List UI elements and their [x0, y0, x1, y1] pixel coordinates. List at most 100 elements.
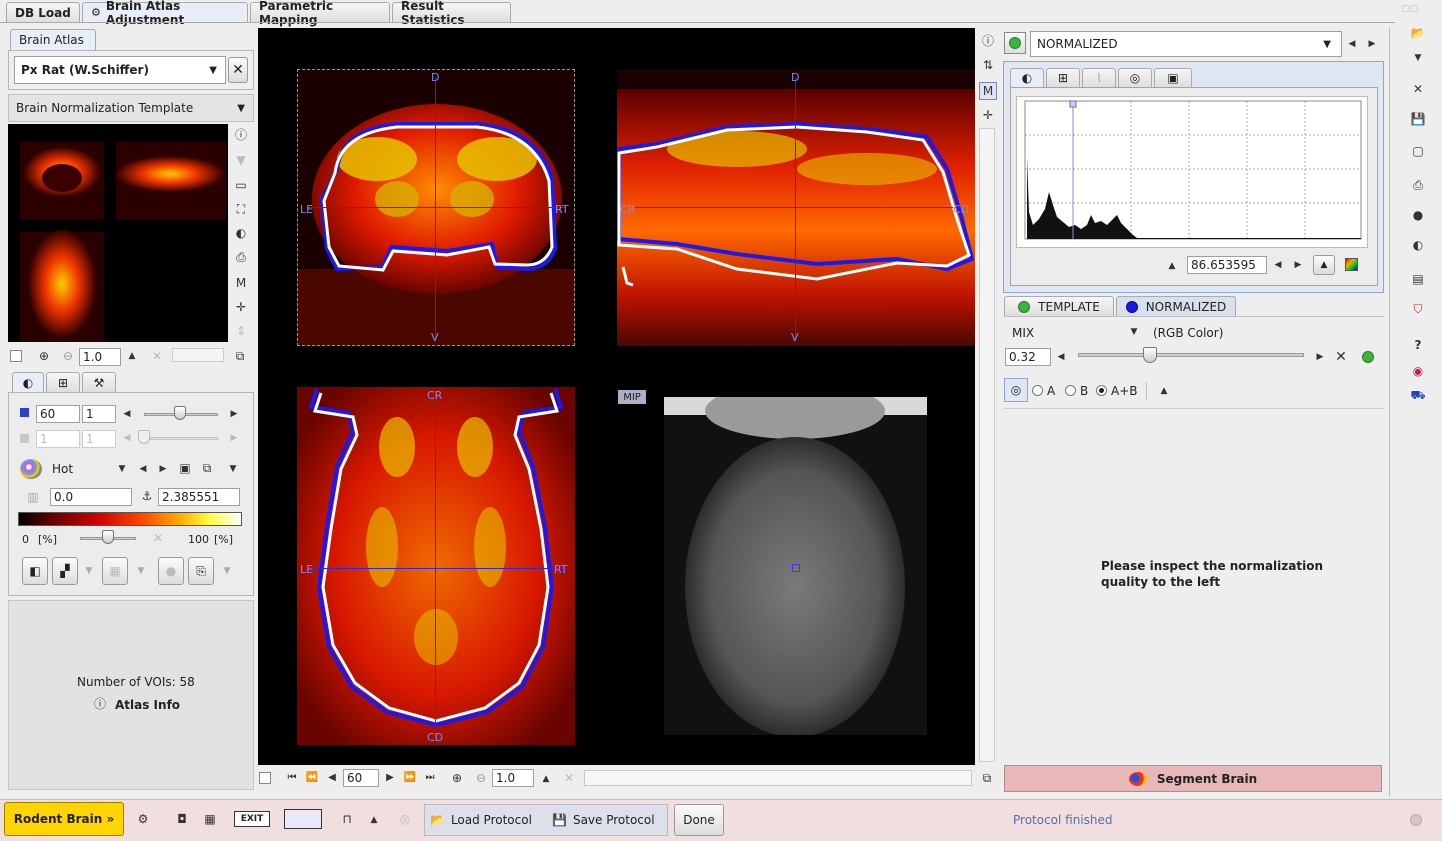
viewer-zoom-field[interactable]: 1.0 — [492, 769, 534, 787]
invert-icon[interactable]: ▣ — [178, 461, 192, 475]
green-circle-icon[interactable] — [1362, 351, 1374, 363]
next-icon[interactable]: ▶ — [1293, 259, 1303, 271]
chevron-down-icon[interactable]: ▼ — [228, 464, 238, 474]
next-icon[interactable]: ▶ — [158, 463, 168, 475]
zoom-in-icon[interactable]: ⊕ — [36, 349, 52, 363]
palette-icon[interactable] — [20, 459, 42, 479]
series-toggle-button[interactable] — [1004, 32, 1026, 54]
frame-step-field[interactable]: 1 — [82, 405, 116, 423]
colorbar[interactable] — [18, 512, 242, 526]
clear-atlas-button[interactable]: ✕ — [228, 57, 248, 83]
snapshot-icon[interactable]: ⧉ — [980, 771, 994, 785]
mix-field[interactable]: 0.32 — [1005, 348, 1051, 366]
contrast-icon[interactable]: ◐ — [1409, 236, 1427, 254]
fusion-button[interactable]: ◎ — [1004, 378, 1028, 402]
prev-icon[interactable]: ◀ — [122, 408, 132, 420]
frame-field[interactable]: 60 — [36, 405, 80, 423]
car-icon[interactable]: ⛟ — [1409, 386, 1427, 404]
frame2-slider[interactable] — [144, 437, 218, 440]
chevron-down-icon[interactable]: ▼ — [116, 464, 128, 474]
thumbnail-checkbox[interactable] — [10, 350, 22, 362]
mix-slider[interactable] — [1078, 353, 1304, 357]
chevron-down-icon[interactable]: ▼ — [1128, 327, 1140, 337]
next-icon[interactable]: ▶ — [229, 408, 239, 420]
lock-icon[interactable]: ⚓ — [140, 489, 154, 503]
print-icon[interactable]: ⎙ — [1409, 176, 1427, 194]
contrast-icon[interactable]: ◐ — [232, 224, 250, 242]
close-icon[interactable]: ✕ — [1334, 350, 1348, 364]
tab-result-statistics[interactable]: Result Statistics — [392, 0, 511, 27]
frame2-field[interactable]: 1 — [36, 430, 80, 448]
radio-b[interactable] — [1065, 385, 1076, 396]
scroll-icon[interactable]: ⇕ — [232, 322, 250, 340]
fit-icon[interactable]: ⛶ — [232, 200, 250, 218]
crosshair-icon[interactable]: ✛ — [232, 298, 250, 316]
tab-brain-atlas[interactable]: Brain Atlas — [10, 29, 96, 50]
max-field[interactable]: 2.385551 — [158, 488, 240, 506]
frame2-step-field[interactable]: 1 — [82, 430, 116, 448]
thumbnail-scrollbar[interactable] — [172, 348, 224, 362]
tab-grid[interactable]: ⊞ — [1046, 68, 1080, 87]
prev-icon[interactable]: ◀ — [122, 432, 132, 444]
histogram-value-field[interactable]: 86.653595 — [1187, 256, 1267, 274]
tab-save[interactable]: ▣ — [1154, 68, 1192, 87]
fast-forward-icon[interactable]: ⏩ — [404, 771, 416, 785]
info-icon[interactable]: ⓘ — [979, 32, 997, 50]
tab-normalized[interactable]: NORMALIZED — [1116, 296, 1236, 316]
rodent-brain-button[interactable]: Rodent Brain » — [4, 802, 124, 836]
blank-button[interactable]: ▦ — [102, 557, 128, 585]
tab-layout[interactable]: ⊞ — [46, 372, 80, 392]
tab-brain-atlas-adjustment[interactable]: ⚙ Brain Atlas Adjustment — [82, 0, 248, 27]
marker-icon[interactable]: M — [232, 274, 250, 292]
last-frame-icon[interactable]: ⏭ — [424, 771, 436, 785]
zoom-out-icon[interactable]: ⊖ — [60, 349, 76, 363]
viewer-scrollbar[interactable] — [979, 128, 995, 762]
done-button[interactable]: Done — [674, 804, 724, 836]
radio-ab[interactable] — [1096, 385, 1107, 396]
frame2-slider-thumb[interactable] — [138, 430, 150, 444]
coronal-view[interactable]: D V LE RT — [297, 69, 575, 346]
crosshair-icon[interactable]: ✛ — [979, 106, 997, 124]
frame-slider-thumb[interactable] — [174, 406, 186, 420]
folder-open-icon[interactable]: 📂 — [1409, 24, 1427, 42]
tab-fusion[interactable]: ◎ — [1118, 68, 1152, 87]
rewind-icon[interactable]: ⏪ — [306, 771, 318, 785]
zoom-field[interactable]: 1.0 — [79, 348, 121, 366]
target-icon[interactable]: ◉ — [1409, 362, 1427, 380]
tab-chart[interactable]: ⌇ — [1082, 68, 1116, 87]
mip-view[interactable] — [664, 397, 927, 735]
prev-icon[interactable]: ◀ — [1273, 259, 1283, 271]
pct-slider-thumb[interactable] — [102, 530, 114, 544]
axial-view[interactable]: CR CD LE RT — [297, 387, 575, 745]
layout-button[interactable]: ◧ — [22, 557, 48, 585]
tab-db-load[interactable]: DB Load — [6, 2, 80, 22]
min-field[interactable]: 0.0 — [50, 488, 132, 506]
spin-up-icon[interactable]: ▲ — [368, 815, 380, 825]
sync-icon[interactable]: ⇅ — [979, 56, 997, 74]
terminal-icon[interactable]: ▤ — [1409, 270, 1427, 288]
tab-contrast[interactable]: ◐ — [1010, 68, 1044, 87]
spin-up-icon[interactable]: ▲ — [1158, 386, 1170, 396]
spin-up-icon[interactable]: ▲ — [540, 773, 552, 785]
tab-color[interactable]: ◐ — [12, 372, 44, 392]
save-protocol-button[interactable]: 💾 Save Protocol — [552, 809, 664, 831]
shape-icon[interactable]: ▢ — [1409, 142, 1427, 160]
snapshot-icon[interactable]: ⧉ — [233, 349, 247, 363]
atlas-info-button[interactable]: Atlas Info — [115, 698, 180, 712]
circle-button[interactable]: ● — [158, 557, 184, 585]
close-data-icon[interactable]: ✕ — [1409, 80, 1427, 98]
spin-up-icon[interactable]: ▲ — [126, 350, 138, 362]
sagittal-view[interactable]: D V CR CD — [617, 69, 975, 346]
histogram-up-button[interactable]: ▲ — [1313, 255, 1335, 275]
tab-template[interactable]: TEMPLATE — [1004, 296, 1114, 316]
prev-icon[interactable]: ◀ — [326, 771, 338, 785]
tab-tools[interactable]: ⚒ — [82, 372, 116, 392]
next-icon[interactable]: ▶ — [384, 771, 396, 785]
shield-icon[interactable]: ⛉ — [1409, 300, 1427, 318]
zoom-out-icon[interactable]: ⊖ — [474, 771, 488, 785]
viewer-checkbox[interactable] — [259, 772, 271, 784]
copy-icon[interactable]: ⧉ — [200, 461, 214, 475]
tab-parametric-mapping[interactable]: Parametric Mapping — [250, 0, 390, 27]
print-icon[interactable]: ⎙ — [232, 248, 250, 266]
spin-up-icon[interactable]: ▲ — [1166, 261, 1178, 271]
